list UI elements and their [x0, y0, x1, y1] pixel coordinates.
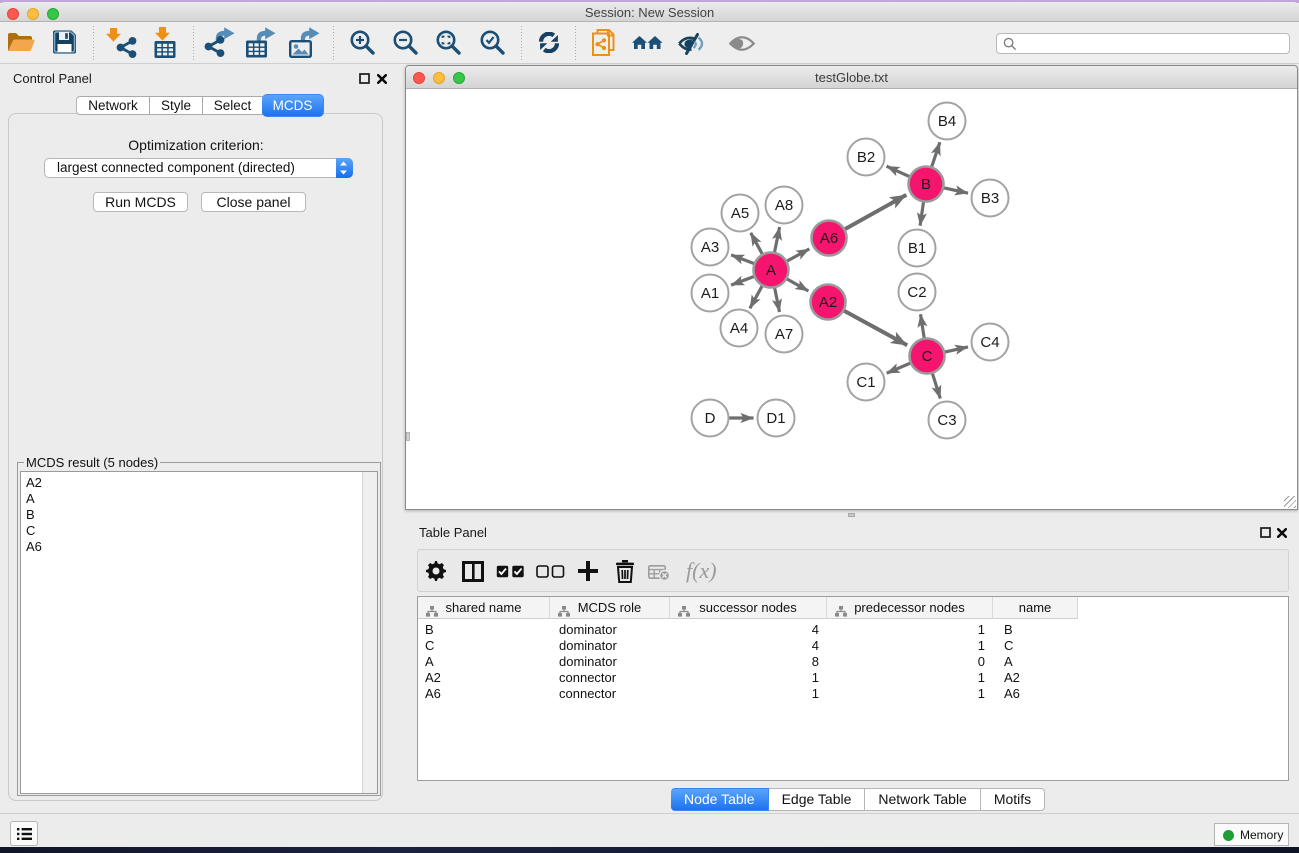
svg-text:A3: A3 [701, 239, 719, 256]
svg-text:D1: D1 [766, 410, 785, 427]
svg-text:A5: A5 [731, 205, 749, 222]
svg-text:A8: A8 [775, 197, 793, 214]
svg-text:B: B [921, 176, 931, 193]
svg-text:C: C [922, 348, 933, 365]
svg-text:A1: A1 [701, 285, 719, 302]
svg-text:C4: C4 [980, 334, 999, 351]
svg-text:A6: A6 [820, 230, 838, 247]
svg-text:A4: A4 [730, 320, 748, 337]
svg-text:A2: A2 [819, 294, 837, 311]
svg-text:B2: B2 [857, 149, 875, 166]
svg-text:D: D [705, 410, 716, 427]
svg-text:A7: A7 [775, 326, 793, 343]
svg-text:B1: B1 [908, 240, 926, 257]
svg-text:C1: C1 [856, 374, 875, 391]
svg-text:C2: C2 [907, 284, 926, 301]
svg-text:B3: B3 [981, 190, 999, 207]
svg-text:B4: B4 [938, 113, 956, 130]
svg-text:C3: C3 [937, 412, 956, 429]
svg-text:A: A [766, 262, 776, 279]
